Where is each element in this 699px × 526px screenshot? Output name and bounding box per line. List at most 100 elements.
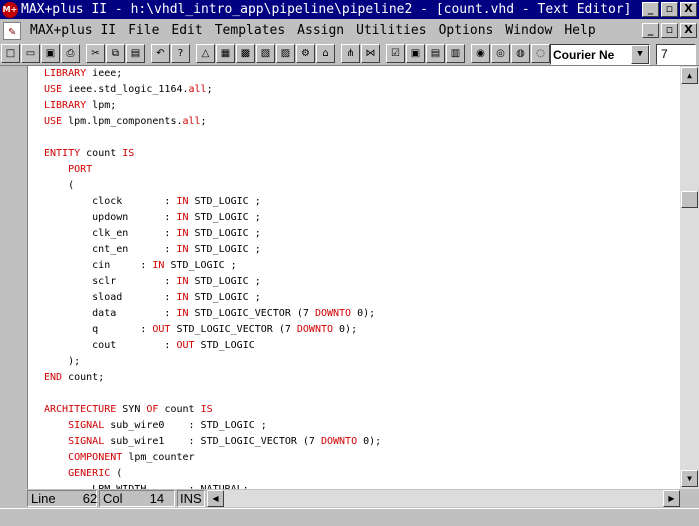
program-icon[interactable]: ⚙ — [296, 44, 315, 63]
code-text: clock : — [44, 196, 177, 207]
cut-icon[interactable]: ✂ — [86, 44, 105, 63]
copy-icon[interactable]: ⧉ — [106, 44, 125, 63]
doc-close-button[interactable]: X — [680, 23, 697, 38]
col-indicator: Col 14 — [99, 490, 175, 507]
vertical-scrollbar[interactable]: ▲ ▼ — [680, 66, 699, 489]
horizontal-scrollbar[interactable]: ◀ ▶ — [207, 490, 680, 507]
code-keyword: IN — [176, 244, 195, 255]
code-line: sload : IN STD_LOGIC ; — [44, 290, 261, 306]
scroll-left-icon[interactable]: ◀ — [207, 490, 224, 507]
code-line: ENTITY count IS — [44, 146, 134, 162]
menu-file[interactable]: File — [122, 23, 165, 38]
find-icon[interactable]: ◉ — [471, 44, 490, 63]
code-text: count; — [68, 372, 105, 383]
scroll-up-icon[interactable]: ▲ — [681, 67, 698, 84]
code-text: updown : — [44, 212, 177, 223]
check-icon[interactable]: ☑ — [386, 44, 405, 63]
code-text: STD_LOGIC ; — [194, 276, 261, 287]
minimize-button[interactable]: _ — [642, 2, 659, 17]
replace-icon[interactable]: ◎ — [491, 44, 510, 63]
doc-minimize-button[interactable]: _ — [642, 23, 659, 38]
simulate-icon[interactable]: ▧ — [256, 44, 275, 63]
code-keyword: ARCHITECTURE — [44, 404, 123, 415]
menu-maxplus[interactable]: MAX+plus II — [24, 23, 122, 38]
save-compile-icon[interactable]: ▤ — [426, 44, 445, 63]
code-text: STD_LOGIC ; — [194, 244, 261, 255]
code-line: ARCHITECTURE SYN OF count IS — [44, 402, 213, 418]
code-keyword: IN — [176, 212, 195, 223]
code-text: lpm_counter — [128, 452, 195, 463]
scroll-thumb[interactable] — [681, 191, 698, 208]
code-text: sload : — [44, 292, 177, 303]
code-keyword: SIGNAL — [68, 420, 111, 431]
hierarchy-icon[interactable]: △ — [196, 44, 215, 63]
menu-help[interactable]: Help — [558, 23, 601, 38]
code-line: USE ieee.std_logic_1164.all; — [44, 82, 213, 98]
code-keyword: all — [182, 116, 201, 127]
menu-bar: ✎ MAX+plus II File Edit Templates Assign… — [0, 19, 699, 42]
menu-templates[interactable]: Templates — [209, 23, 291, 38]
new-icon[interactable]: □ — [1, 44, 20, 63]
paste-icon[interactable]: ▤ — [126, 44, 145, 63]
floorplan-icon[interactable]: ▦ — [216, 44, 235, 63]
save-simulate-icon[interactable]: ▥ — [446, 44, 465, 63]
save-icon[interactable]: ▣ — [41, 44, 60, 63]
scroll-right-icon[interactable]: ▶ — [663, 490, 680, 507]
save-check-icon[interactable]: ▣ — [406, 44, 425, 63]
code-text: STD_LOGIC_VECTOR (7 — [194, 308, 315, 319]
code-line: COMPONENT lpm_counter — [44, 450, 195, 466]
code-keyword: IN — [176, 292, 195, 303]
next-icon[interactable]: ◍ — [511, 44, 530, 63]
app-icon[interactable]: M+ — [2, 1, 18, 18]
undo-icon[interactable]: ↶ — [151, 44, 170, 63]
code-text: ; — [200, 116, 207, 127]
code-text: ieee.std_logic_1164. — [68, 84, 189, 95]
code-keyword: COMPONENT — [68, 452, 129, 463]
code-keyword: PORT — [68, 164, 93, 175]
code-text: sclr : — [44, 276, 177, 287]
prev-icon[interactable]: ◌ — [531, 44, 550, 63]
col-label: Col — [103, 491, 123, 506]
status-bar: Line 62 Col 14 INS ◀ ▶ — [27, 489, 680, 508]
code-text: lpm.lpm_components. — [68, 116, 183, 127]
code-text: lpm; — [92, 100, 117, 111]
tree-icon[interactable]: ⋔ — [341, 44, 360, 63]
doc-restore-button[interactable]: ▫ — [661, 23, 678, 38]
code-keyword: ENTITY — [44, 148, 87, 159]
code-keyword: all — [188, 84, 207, 95]
text-editor[interactable]: LIBRARY ieee; USE ieee.std_logic_1164.all… — [27, 66, 680, 489]
restore-button[interactable]: ▫ — [661, 2, 678, 17]
menu-assign[interactable]: Assign — [291, 23, 350, 38]
project-icon[interactable]: ⌂ — [316, 44, 335, 63]
network-icon[interactable]: ⋈ — [361, 44, 380, 63]
close-button[interactable]: X — [680, 2, 697, 17]
font-size-field[interactable]: 7 — [656, 44, 696, 65]
code-text: count — [86, 148, 123, 159]
menu-options[interactable]: Options — [433, 23, 500, 38]
code-keyword: IN — [176, 276, 195, 287]
window-title: MAX+plus II - h:\vhdl_intro_app\pipeline… — [21, 2, 632, 17]
code-keyword: OUT — [152, 324, 177, 335]
code-keyword: IS — [122, 148, 135, 159]
document-icon[interactable]: ✎ — [3, 21, 21, 40]
code-text: 0); — [351, 308, 376, 319]
timing-icon[interactable]: ▨ — [276, 44, 295, 63]
code-text: cnt_en : — [44, 244, 177, 255]
code-line: clock : IN STD_LOGIC ; — [44, 194, 261, 210]
code-line: USE lpm.lpm_components.all; — [44, 114, 207, 130]
print-icon[interactable]: ⎙ — [61, 44, 80, 63]
help-icon[interactable]: ? — [171, 44, 190, 63]
open-icon[interactable]: ▭ — [21, 44, 40, 63]
font-select[interactable]: Courier Ne ▼ — [550, 44, 650, 65]
chevron-down-icon[interactable]: ▼ — [631, 45, 649, 64]
menu-edit[interactable]: Edit — [165, 23, 208, 38]
insert-mode: INS — [177, 490, 205, 507]
code-keyword: SIGNAL — [68, 436, 111, 447]
menu-utilities[interactable]: Utilities — [350, 23, 432, 38]
compile-icon[interactable]: ▩ — [236, 44, 255, 63]
scroll-down-icon[interactable]: ▼ — [681, 470, 698, 487]
menu-window[interactable]: Window — [499, 23, 558, 38]
